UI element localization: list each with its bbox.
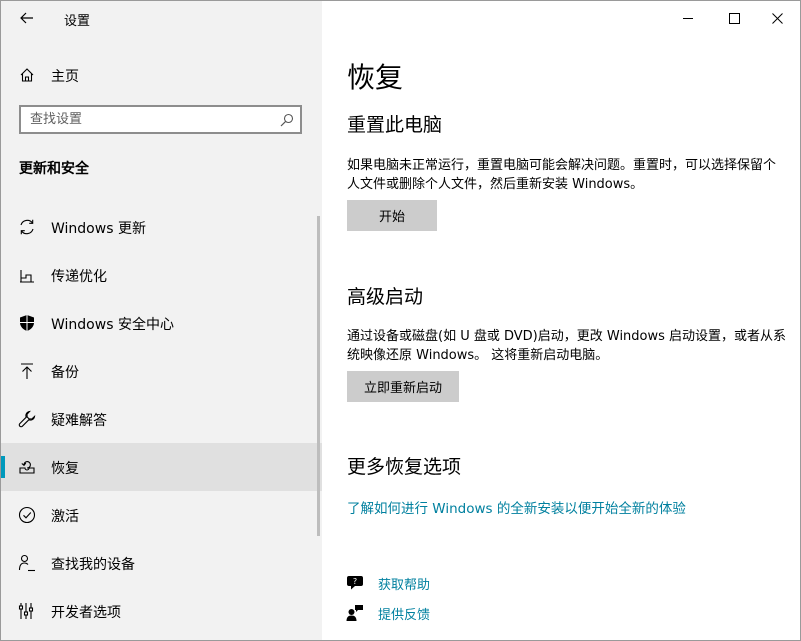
sidebar-item-label: 恢复	[51, 461, 79, 477]
sidebar-item-delivery-optimization[interactable]: 传递优化	[1, 251, 322, 299]
sidebar-item-label: 疑难解答	[51, 413, 107, 429]
selection-indicator	[1, 456, 5, 478]
feedback-label: 提供反馈	[378, 608, 431, 623]
sidebar-item-recovery[interactable]: 恢复	[1, 443, 322, 491]
sidebar-item-label: Windows 更新	[51, 221, 146, 237]
feedback-icon	[346, 605, 363, 621]
search-input[interactable]	[21, 107, 280, 132]
sync-icon	[20, 219, 34, 235]
sidebar-item-activation[interactable]: 激活	[1, 491, 322, 539]
more-recovery-heading: 更多恢复选项	[347, 456, 462, 478]
reset-pc-heading: 重置此电脑	[347, 114, 443, 136]
sidebar-item-windows-security[interactable]: Windows 安全中心	[1, 299, 322, 347]
sidebar-item-windows-update[interactable]: Windows 更新	[1, 203, 322, 251]
reset-start-button[interactable]: 开始	[347, 200, 437, 231]
person-location-icon	[18, 554, 35, 572]
maximize-icon	[728, 12, 740, 24]
back-button[interactable]	[15, 7, 39, 29]
search-icon[interactable]	[280, 113, 294, 127]
app-title: 设置	[64, 14, 91, 29]
sidebar-item-find-my-device[interactable]: 查找我的设备	[1, 539, 322, 587]
advanced-startup-description: 通过设备或磁盘(如 U 盘或 DVD)启动，更改 Windows 启动设置，或者…	[347, 329, 787, 363]
svg-text:?: ?	[353, 577, 357, 586]
back-arrow-icon	[20, 12, 33, 24]
restart-now-button[interactable]: 立即重新启动	[347, 371, 459, 402]
maximize-button[interactable]	[711, 1, 757, 35]
sidebar-item-backup[interactable]: 备份	[1, 347, 322, 395]
check-circle-icon	[18, 506, 36, 524]
sidebar-item-label: Windows 安全中心	[51, 317, 174, 333]
sidebar-item-label: 备份	[51, 365, 79, 381]
fresh-install-link[interactable]: 了解如何进行 Windows 的全新安装以便开始全新的体验	[347, 497, 686, 517]
minimize-icon	[682, 17, 693, 19]
developer-icon	[18, 603, 34, 619]
sidebar-item-label: 开发者选项	[51, 605, 121, 621]
sidebar-item-label: 传递优化	[51, 269, 107, 285]
recovery-icon	[19, 461, 35, 474]
page-title: 恢复	[347, 61, 404, 94]
sidebar-item-label: 激活	[51, 509, 79, 525]
sidebar: 设置 主页 更新和安全 Windo	[1, 1, 322, 640]
reset-pc-description: 如果电脑未正常运行，重置电脑可能会解决问题。重置时，可以选择保留个人文件或删除个…	[347, 158, 777, 192]
sidebar-scrollbar[interactable]	[317, 216, 320, 536]
minimize-button[interactable]	[665, 1, 711, 35]
wrench-icon	[18, 410, 36, 428]
delivery-optimization-icon	[20, 270, 34, 283]
close-button[interactable]	[754, 1, 800, 35]
section-heading: 更新和安全	[19, 161, 89, 177]
backup-upload-icon	[21, 363, 33, 379]
main-content: 恢复 重置此电脑 如果电脑未正常运行，重置电脑可能会解决问题。重置时，可以选择保…	[322, 1, 800, 640]
sidebar-item-label: 查找我的设备	[51, 557, 135, 573]
settings-window: 设置 主页 更新和安全 Windo	[0, 0, 801, 641]
get-help-label: 获取帮助	[378, 578, 431, 593]
sidebar-item-home[interactable]: 主页	[1, 61, 322, 89]
search-box[interactable]	[19, 105, 302, 134]
advanced-startup-heading: 高级启动	[347, 286, 424, 308]
title-bar: 设置	[1, 1, 322, 35]
sidebar-item-label: 主页	[51, 69, 79, 85]
shield-icon	[20, 315, 34, 331]
close-icon	[771, 12, 783, 24]
sidebar-item-developer-options[interactable]: 开发者选项	[1, 587, 322, 635]
sidebar-item-troubleshoot[interactable]: 疑难解答	[1, 395, 322, 443]
help-chat-icon: ?	[347, 576, 363, 590]
home-icon	[20, 68, 34, 82]
